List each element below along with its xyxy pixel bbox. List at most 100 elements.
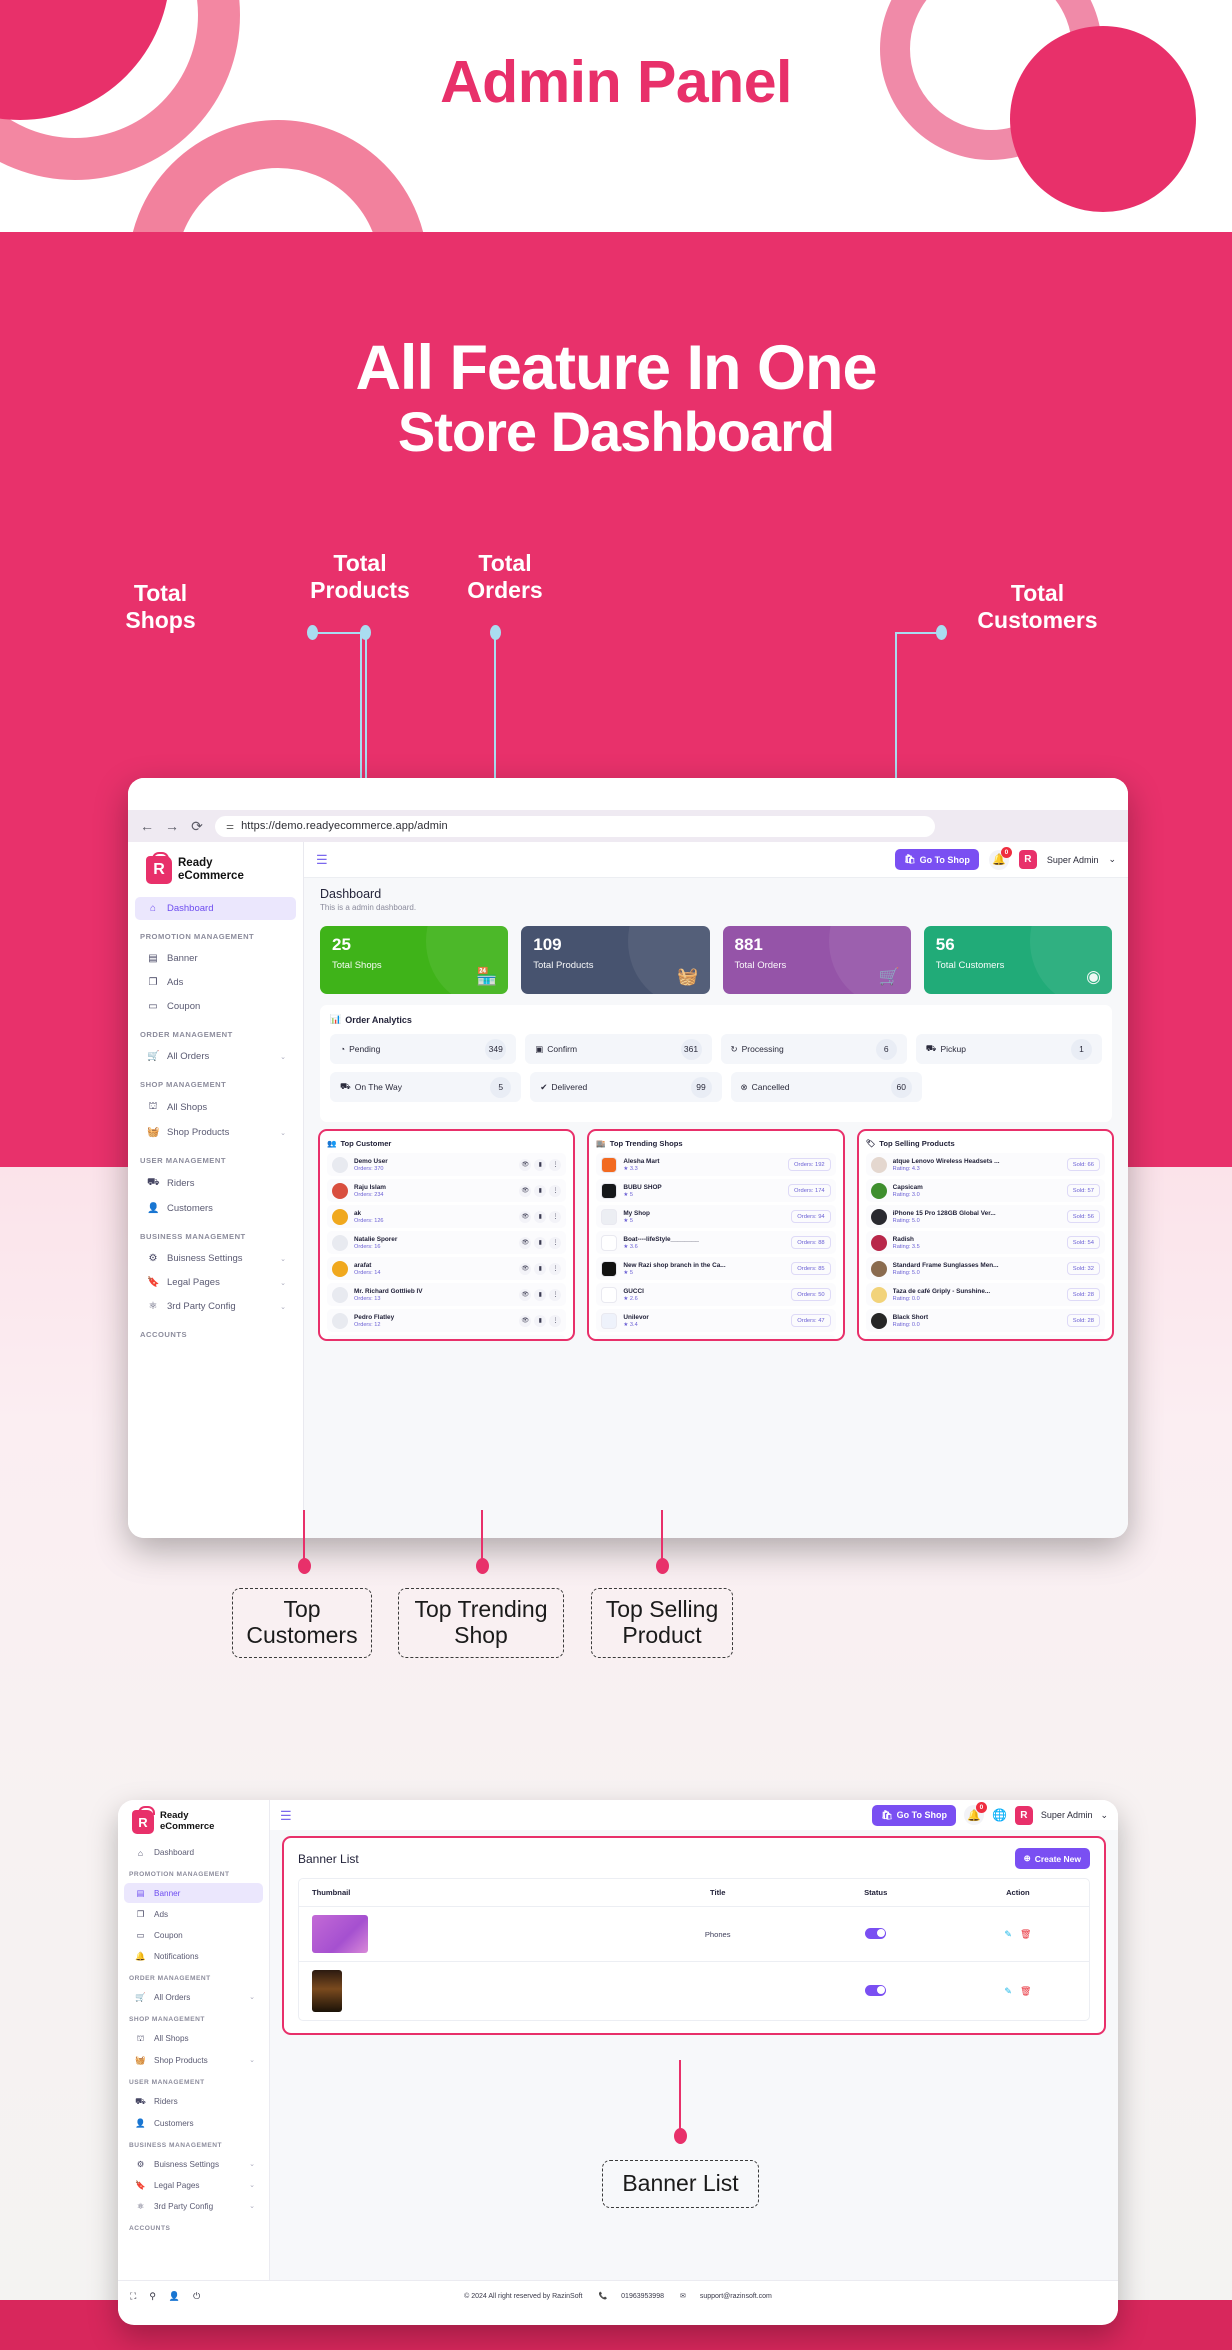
sidebar-item-shop-products[interactable]: 🧺 Shop Products ⌄ [135,1121,296,1144]
block-icon[interactable]: ▮ [534,1236,547,1249]
eye-icon[interactable]: 👁 [519,1236,532,1249]
sidebar-item-ads[interactable]: ❐ Ads [135,971,296,994]
list-item[interactable]: atque Lenovo Wireless Headsets ... Rating… [865,1153,1105,1176]
stat-card-total-products[interactable]: 109 Total Products 🧺 [521,926,710,994]
chevron-down-icon[interactable]: ⌄ [249,1993,255,2001]
list-item[interactable]: New Razi shop branch in the Ca... ★ 5 Orde… [596,1257,836,1280]
more-vertical-icon[interactable]: ⋮ [549,1262,562,1275]
analytics-card-on-the-way[interactable]: ⛟ On The Way 5 [330,1072,522,1102]
eye-icon[interactable]: 👁 [519,1158,532,1171]
create-new-button[interactable]: ⊕ Create New [1014,1848,1090,1869]
sidebar-item-banner[interactable]: ▤ Banner [135,947,296,970]
eye-icon[interactable]: 👁 [519,1210,532,1223]
more-vertical-icon[interactable]: ⋮ [549,1210,562,1223]
list-item[interactable]: Standard Frame Sunglasses Men... Rating: … [865,1257,1105,1280]
more-vertical-icon[interactable]: ⋮ [549,1158,562,1171]
analytics-card-pending[interactable]: ◔ Pending 349 [330,1034,517,1064]
stat-card-total-orders[interactable]: 881 Total Orders 🛒 [722,926,911,994]
delete-icon[interactable]: 🗑 [1020,1986,1031,1996]
notification-button[interactable]: 🔔 0 [988,846,1012,870]
block-icon[interactable]: ▮ [534,1341,546,1342]
chevron-down-icon[interactable]: ⌄ [249,2181,255,2189]
list-item[interactable]: Raju Islam Orders: 234 👁 ▮ ⋮ [327,1179,567,1202]
chevron-down-icon[interactable]: ⌄ [1100,1810,1108,1821]
eye-icon[interactable]: 👁 [519,1262,532,1275]
go-to-shop-button[interactable]: 🛍 Go To Shop [895,849,979,870]
chevron-down-icon[interactable]: ⌄ [249,2056,255,2064]
more-vertical-icon[interactable]: ⋮ [549,1184,562,1197]
status-toggle[interactable] [865,1984,887,1996]
list-item[interactable]: Boat----lifeStyle________ ★ 3.6 Orders: 88 [596,1231,836,1254]
sidebar-item-coupon[interactable]: ▭ Coupon [124,1925,263,1945]
delete-icon[interactable]: 🗑 [1020,1929,1031,1939]
sidebar-item-all-orders[interactable]: 🛒 All Orders ⌄ [135,1045,296,1068]
list-item[interactable]: Natalie Sporer Orders: 16 👁 ▮ ⋮ [327,1231,567,1254]
list-item[interactable]: GUCCI ★ 2.6 Orders: 50 [596,1283,836,1306]
analytics-card-confirm[interactable]: ▣ Confirm 361 [525,1034,712,1064]
block-icon[interactable]: ▮ [534,1210,547,1223]
notification-button[interactable]: 🔔 0 [963,1802,987,1825]
list-item[interactable]: Radish Rating: 3.5 Sold: 54 [865,1231,1105,1254]
more-vertical-icon[interactable]: ⋮ [549,1236,562,1249]
sidebar-item-dashboard[interactable]: ⌂ Dashboard [124,1843,263,1862]
sidebar-item-all-shops[interactable]: ⛫ All Shops [135,1095,296,1120]
sidebar-item-customers[interactable]: 👤 Customers [135,1197,296,1220]
analytics-card-processing[interactable]: ↻ Processing 6 [720,1034,907,1064]
reload-icon[interactable]: ⟳ [190,818,204,835]
eye-icon[interactable]: 👁 [519,1184,532,1197]
list-item[interactable]: BUBU SHOP ★ 5 Orders: 174 [596,1179,836,1202]
list-item[interactable]: Demo User Orders: 370 👁 ▮ ⋮ [327,1153,567,1176]
stat-card-total-customers[interactable]: 56 Total Customers ◉ [923,926,1112,994]
analytics-card-delivered[interactable]: ✔ Delivered 99 [530,1072,722,1102]
list-item[interactable]: Mr. Richard Gottlieb IV Orders: 13 👁 ▮ ⋮ [327,1283,567,1306]
sidebar-item-riders[interactable]: ⛟ Riders [135,1171,296,1196]
list-item[interactable]: My Shop ★ 5 Orders: 94 [596,1205,836,1228]
block-icon[interactable]: ▮ [534,1158,547,1171]
sidebar-item-shop-products[interactable]: 🧺 Shop Products ⌄ [124,2050,263,2070]
eye-icon[interactable]: 👁 [519,1314,532,1327]
list-item[interactable]: demo shop★ 3.9 Orders: 34 [596,1335,836,1339]
block-icon[interactable]: ▮ [534,1184,547,1197]
stat-card-total-shops[interactable]: 25 Total Shops 🏪 [320,926,509,994]
list-item[interactable]: Alesha Mart ★ 3.3 Orders: 192 [596,1153,836,1176]
sidebar-item-legal-pages[interactable]: 🔖 Legal Pages ⌄ [135,1271,296,1294]
chevron-down-icon[interactable]: ⌄ [280,1279,286,1287]
chevron-down-icon[interactable]: ⌄ [249,2160,255,2168]
eye-icon[interactable]: 👁 [519,1288,532,1301]
sidebar-item-legal-pages[interactable]: 🔖 Legal Pages ⌄ [124,2175,263,2195]
more-vertical-icon[interactable]: ⋮ [549,1314,562,1327]
admin-name-label[interactable]: Super Admin [1041,1810,1093,1820]
list-item[interactable]: Lenovo Wireless Headsets He05...Rating: … [865,1335,1105,1339]
sidebar-item-buisness-settings[interactable]: ⚙ Buisness Settings ⌄ [124,2154,263,2174]
eye-icon[interactable]: 👁 [519,1341,531,1342]
analytics-card-pickup[interactable]: ⛟ Pickup 1 [915,1034,1102,1064]
browser-url-bar[interactable]: ← → ⟳ ⚌ https://demo.readyecommerce.app/… [128,810,1128,842]
sidebar-item-all-orders[interactable]: 🛒 All Orders ⌄ [124,1987,263,2007]
sidebar-item-coupon[interactable]: ▭ Coupon [135,995,296,1018]
chevron-down-icon[interactable]: ⌄ [280,1255,286,1263]
block-icon[interactable]: ▮ [534,1314,547,1327]
chevron-down-icon[interactable]: ⌄ [280,1303,286,1311]
edit-icon[interactable]: ✎ [1004,1929,1012,1939]
list-item[interactable]: Pedro Flatley Orders: 12 👁 ▮ ⋮ [327,1309,567,1332]
sidebar-item-notifications[interactable]: 🔔 Notifications [124,1946,263,1966]
hamburger-menu-icon[interactable]: ☰ [280,1809,293,1822]
sidebar-item-customers[interactable]: 👤 Customers [124,2113,263,2133]
sidebar-item-riders[interactable]: ⛟ Riders [124,2091,263,2112]
list-item[interactable]: iPhone 15 Pro 128GB Global Ver... Rating:… [865,1205,1105,1228]
avatar[interactable]: R [1018,850,1037,869]
more-vertical-icon[interactable]: ⋮ [549,1341,561,1342]
site-settings-icon[interactable]: ⚌ [226,821,234,832]
list-item[interactable]: Glennie LueilwitzOrders: 11 👁▮⋮ [327,1335,567,1342]
brand-logo-2[interactable]: R Ready eCommerce [118,1806,269,1842]
list-item[interactable]: Unilevor ★ 3.4 Orders: 47 [596,1309,836,1332]
list-item[interactable]: Capsicam Rating: 3.0 Sold: 57 [865,1179,1105,1202]
block-icon[interactable]: ▮ [534,1288,547,1301]
sidebar-item-banner[interactable]: ▤ Banner [124,1883,263,1903]
chevron-down-icon[interactable]: ⌄ [1108,854,1116,865]
forward-icon[interactable]: → [165,818,179,834]
sidebar-item-buisness-settings[interactable]: ⚙ Buisness Settings ⌄ [135,1247,296,1270]
sidebar-item-dashboard[interactable]: ⌂ Dashboard [135,897,296,920]
more-vertical-icon[interactable]: ⋮ [549,1288,562,1301]
url-input[interactable]: ⚌ https://demo.readyecommerce.app/admin [215,815,935,837]
